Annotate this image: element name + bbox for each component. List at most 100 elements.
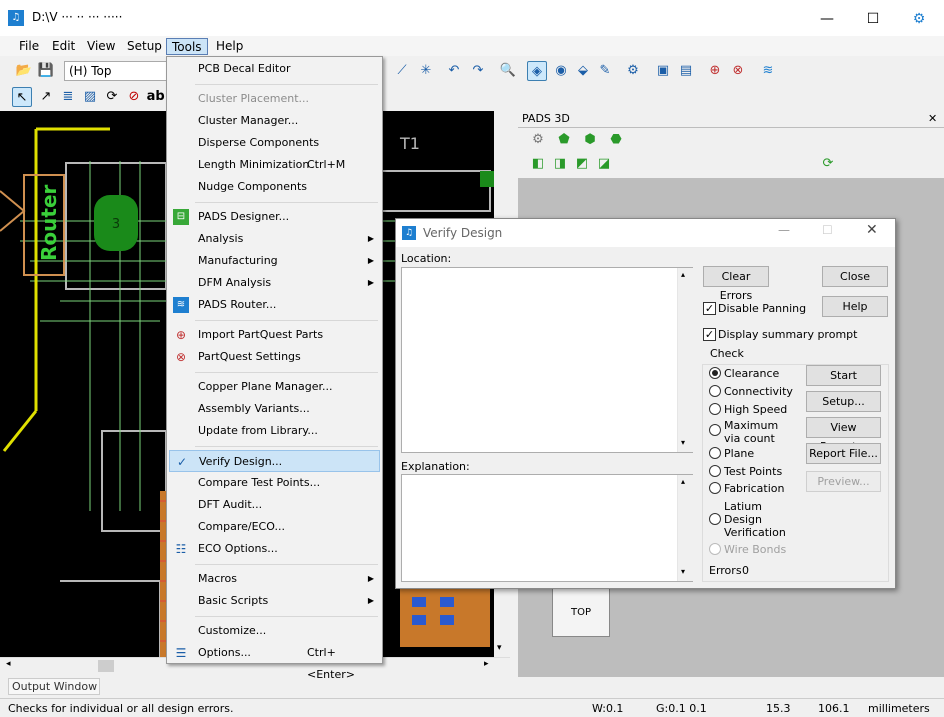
report-file-button[interactable]: Report File... bbox=[806, 443, 881, 464]
layers-icon[interactable]: ◈ bbox=[527, 61, 547, 81]
view-report-button[interactable]: View Report... bbox=[806, 417, 881, 453]
minimize-button[interactable]: — bbox=[804, 6, 850, 32]
menu-item-partquest-settings[interactable]: ⊗ PartQuest Settings bbox=[169, 346, 380, 368]
menu-item-pcb-decal-editor[interactable]: PCB Decal Editor bbox=[169, 58, 380, 80]
wire-bonds-radio[interactable] bbox=[709, 543, 721, 555]
menu-item-nudge-components[interactable]: Nudge Components bbox=[169, 176, 380, 198]
start-button[interactable]: Start bbox=[806, 365, 881, 386]
clear-errors-button[interactable]: Clear Errors bbox=[703, 266, 769, 302]
properties-icon[interactable]: ⚙ bbox=[623, 61, 643, 81]
pour-icon[interactable]: ▨ bbox=[80, 87, 100, 107]
undo-icon[interactable]: ↶ bbox=[444, 61, 464, 81]
menu-tools[interactable]: Tools bbox=[166, 38, 208, 55]
open-folder-icon[interactable]: 📂 bbox=[14, 61, 34, 81]
clearance-radio[interactable] bbox=[709, 367, 721, 379]
fabrication-radio[interactable] bbox=[709, 482, 721, 494]
menu-view[interactable]: View bbox=[82, 38, 120, 55]
3d-view-left-icon[interactable]: ◩ bbox=[572, 154, 592, 174]
partquest-import-icon[interactable]: ⊕ bbox=[705, 61, 725, 81]
menu-item-analysis[interactable]: Analysis ▶ bbox=[169, 228, 380, 250]
3d-refresh-icon[interactable]: ⟳ bbox=[818, 154, 838, 174]
max-via-count-radio[interactable] bbox=[709, 424, 721, 436]
connect-icon[interactable]: ⟋ bbox=[392, 61, 412, 81]
dialog-close-icon[interactable]: ✕ bbox=[866, 222, 878, 238]
menu-item-dft-audit[interactable]: DFT Audit... bbox=[169, 494, 380, 516]
menu-item-assembly-variants[interactable]: Assembly Variants... bbox=[169, 398, 380, 420]
brush-icon[interactable]: ✎ bbox=[595, 61, 615, 81]
disable-panning-checkbox[interactable]: ✓ bbox=[703, 302, 716, 315]
3d-flip-icon[interactable]: ⬢ bbox=[580, 130, 600, 150]
scroll-thumb[interactable] bbox=[98, 660, 114, 672]
router-icon[interactable]: ≋ bbox=[758, 61, 778, 81]
location-scroll-up-icon[interactable]: ▴ bbox=[681, 270, 685, 279]
menu-file[interactable]: File bbox=[14, 38, 44, 55]
dialog-maximize-button[interactable]: ☐ bbox=[822, 223, 833, 237]
preview-button[interactable]: Preview... bbox=[806, 471, 881, 492]
layer-select[interactable]: (H) Top bbox=[64, 61, 174, 81]
latium-verification-radio[interactable] bbox=[709, 513, 721, 525]
3d-tool-icon[interactable]: ⚙ bbox=[528, 130, 548, 150]
menu-item-pads-router[interactable]: ≋ PADS Router... bbox=[169, 294, 380, 316]
view-3d-icon[interactable]: ◉ bbox=[551, 61, 571, 81]
scroll-down-icon[interactable]: ▾ bbox=[497, 643, 502, 653]
3d-view-front-icon[interactable]: ◧ bbox=[528, 154, 548, 174]
zoom-icon[interactable]: 🔍 bbox=[498, 61, 518, 81]
menu-item-verify-design[interactable]: ✓ Verify Design... bbox=[169, 450, 380, 472]
filter-icon[interactable]: ≣ bbox=[58, 87, 78, 107]
close-button[interactable]: Close bbox=[822, 266, 888, 287]
menu-item-options[interactable]: ☰ Options... Ctrl+<Enter> bbox=[169, 642, 380, 681]
menu-item-basic-scripts[interactable]: Basic Scripts ▶ bbox=[169, 590, 380, 612]
test-points-radio[interactable] bbox=[709, 465, 721, 477]
maximize-button[interactable]: ☐ bbox=[850, 6, 896, 32]
explanation-scroll-down-icon[interactable]: ▾ bbox=[681, 567, 685, 576]
location-scroll-down-icon[interactable]: ▾ bbox=[681, 438, 685, 447]
menu-item-cluster-placement[interactable]: Cluster Placement... bbox=[169, 88, 380, 110]
display-summary-checkbox[interactable]: ✓ bbox=[703, 328, 716, 341]
explanation-scroll-up-icon[interactable]: ▴ bbox=[681, 477, 685, 486]
select-net-icon[interactable]: ↗ bbox=[36, 87, 56, 107]
select-pointer-icon[interactable]: ↖ bbox=[12, 87, 32, 107]
menu-setup[interactable]: Setup bbox=[122, 38, 167, 55]
menu-item-manufacturing[interactable]: Manufacturing ▶ bbox=[169, 250, 380, 272]
explanation-box[interactable]: ▴ ▾ bbox=[401, 474, 693, 582]
pads-3d-close-button[interactable]: ✕ bbox=[928, 111, 937, 127]
menu-help[interactable]: Help bbox=[211, 38, 248, 55]
help-button[interactable]: Help bbox=[822, 296, 888, 317]
3d-align-icon[interactable]: ⬣ bbox=[606, 130, 626, 150]
menu-edit[interactable]: Edit bbox=[47, 38, 80, 55]
notes-icon[interactable]: ▤ bbox=[676, 61, 696, 81]
redo-icon[interactable]: ↷ bbox=[468, 61, 488, 81]
menu-item-copper-plane-manager[interactable]: Copper Plane Manager... bbox=[169, 376, 380, 398]
menu-item-length-minimization[interactable]: Length Minimization Ctrl+M bbox=[169, 154, 380, 176]
explanation-scrollbar[interactable]: ▴ ▾ bbox=[677, 475, 693, 581]
3d-move-icon[interactable]: ⬟ bbox=[554, 130, 574, 150]
menu-item-eco-options[interactable]: ☷ ECO Options... bbox=[169, 538, 380, 560]
scroll-left-icon[interactable]: ◂ bbox=[6, 659, 11, 669]
dialog-minimize-button[interactable]: — bbox=[778, 223, 790, 237]
report-icon[interactable]: ▣ bbox=[653, 61, 673, 81]
output-window-tab[interactable]: Output Window bbox=[8, 678, 100, 695]
star-icon[interactable]: ✳ bbox=[416, 61, 436, 81]
menu-item-pads-designer[interactable]: ⊟ PADS Designer... bbox=[169, 206, 380, 228]
3d-orientation-cube[interactable]: TOP bbox=[552, 587, 610, 637]
no-icon[interactable]: ⊘ bbox=[124, 87, 144, 107]
menu-item-macros[interactable]: Macros ▶ bbox=[169, 568, 380, 590]
3d-view-right-icon[interactable]: ◪ bbox=[594, 154, 614, 174]
menu-item-compare-test-points[interactable]: Compare Test Points... bbox=[169, 472, 380, 494]
high-speed-radio[interactable] bbox=[709, 403, 721, 415]
help-corner-icon[interactable]: ⚙ bbox=[896, 6, 942, 32]
lift-icon[interactable]: ⬙ bbox=[573, 61, 593, 81]
save-icon[interactable]: 💾 bbox=[36, 61, 56, 81]
connectivity-radio[interactable] bbox=[709, 385, 721, 397]
menu-item-import-partquest[interactable]: ⊕ Import PartQuest Parts bbox=[169, 324, 380, 346]
location-scrollbar[interactable]: ▴ ▾ bbox=[677, 268, 693, 452]
menu-item-disperse-components[interactable]: Disperse Components bbox=[169, 132, 380, 154]
rotate-icon[interactable]: ⟳ bbox=[102, 87, 122, 107]
setup-button[interactable]: Setup... bbox=[806, 391, 881, 412]
menu-item-customize[interactable]: Customize... bbox=[169, 620, 380, 642]
menu-item-cluster-manager[interactable]: Cluster Manager... bbox=[169, 110, 380, 132]
plane-radio[interactable] bbox=[709, 447, 721, 459]
menu-item-dfm-analysis[interactable]: DFM Analysis ▶ bbox=[169, 272, 380, 294]
menu-item-update-from-library[interactable]: Update from Library... bbox=[169, 420, 380, 442]
scroll-right-icon[interactable]: ▸ bbox=[484, 659, 489, 669]
